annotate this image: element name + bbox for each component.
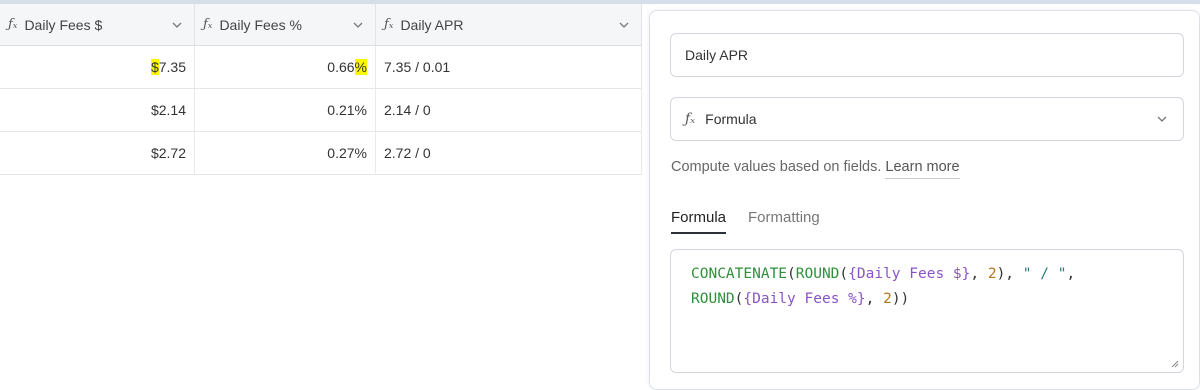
fn-token: ROUND <box>795 266 840 282</box>
column-header-daily-fees-pct[interactable]: ƒₓ Daily Fees % <box>195 4 376 45</box>
punc-token: , <box>1066 266 1076 282</box>
string-token: " / " <box>1022 266 1067 282</box>
value-text: 0.21 <box>327 102 355 118</box>
cell-daily-fees-dollar[interactable]: $2.72 <box>0 132 195 174</box>
value-text: 7.35 / 0.01 <box>384 59 451 75</box>
formula-icon: ƒₓ <box>685 111 696 127</box>
value-text: % <box>354 145 367 161</box>
field-type-select[interactable]: ƒₓ Formula <box>670 97 1184 141</box>
learn-more-link[interactable]: Learn more <box>885 159 960 179</box>
fn-token: CONCATENATE <box>691 266 788 282</box>
tab-formatting[interactable]: Formatting <box>748 209 820 234</box>
fn-token: ROUND <box>691 291 735 307</box>
data-grid: ƒₓ Daily Fees $ ƒₓ Daily Fees % ƒₓ Daily… <box>0 4 642 175</box>
chevron-down-icon[interactable] <box>170 18 184 32</box>
editor-tabs: Formula Formatting <box>671 209 820 234</box>
cell-daily-apr[interactable]: 2.14 / 0 <box>376 89 642 131</box>
cell-daily-fees-pct[interactable]: 0.27% <box>195 132 376 174</box>
value-text: $ <box>150 102 159 118</box>
punc-token: , <box>970 266 988 282</box>
punc-token: , <box>865 291 884 307</box>
cell-daily-apr[interactable]: 7.35 / 0.01 <box>376 46 642 88</box>
formula-editor[interactable]: CONCATENATE(ROUND({Daily Fees $}, 2), " … <box>670 249 1184 373</box>
tab-formula[interactable]: Formula <box>671 209 727 234</box>
chevron-down-icon[interactable] <box>617 18 631 32</box>
punc-token: ( <box>787 266 796 282</box>
column-header-daily-apr[interactable]: ƒₓ Daily APR <box>376 4 642 45</box>
value-text: $ <box>150 145 159 161</box>
grid-header: ƒₓ Daily Fees $ ƒₓ Daily Fees % ƒₓ Daily… <box>0 4 642 46</box>
punc-token: ), <box>996 266 1023 282</box>
cell-daily-fees-pct[interactable]: 0.66% <box>195 46 376 88</box>
formula-line-1: CONCATENATE(ROUND({Daily Fees $}, 2), " … <box>691 262 1163 287</box>
value-text: 2.72 / 0 <box>384 145 431 161</box>
formula-line-2: ROUND({Daily Fees %}, 2)) <box>691 287 1163 312</box>
chevron-down-icon[interactable] <box>351 18 365 32</box>
description-text: Compute values based on fields. <box>671 159 882 175</box>
column-label: Daily APR <box>400 16 464 33</box>
punc-token: ( <box>839 266 849 282</box>
table-row: $2.72 0.27% 2.72 / 0 <box>0 132 642 175</box>
formula-icon: ƒₓ <box>384 17 394 32</box>
cell-daily-fees-dollar[interactable]: $7.35 <box>0 46 195 88</box>
table-row: $2.14 0.21% 2.14 / 0 <box>0 89 642 132</box>
punc-token: )) <box>891 291 910 307</box>
value-text: 2.14 / 0 <box>384 102 431 118</box>
cell-daily-fees-dollar[interactable]: $2.14 <box>0 89 195 131</box>
cell-daily-apr[interactable]: 2.72 / 0 <box>376 132 642 174</box>
formula-icon: ƒₓ <box>203 17 213 32</box>
column-header-daily-fees-dollar[interactable]: ƒₓ Daily Fees $ <box>0 4 195 45</box>
field-config-panel: ƒₓ Formula Compute values based on field… <box>649 10 1200 390</box>
resize-handle-icon[interactable] <box>1169 358 1179 368</box>
value-text: 7.35 <box>158 59 186 75</box>
field-type-description: Compute values based on fields. Learn mo… <box>671 159 960 179</box>
chevron-down-icon <box>1157 116 1167 122</box>
highlighted-percent-sign: % <box>354 59 367 75</box>
cell-daily-fees-pct[interactable]: 0.21% <box>195 89 376 131</box>
value-text: % <box>354 102 367 118</box>
highlighted-dollar-sign: $ <box>150 59 159 75</box>
column-label: Daily Fees $ <box>24 16 103 33</box>
field-token: {Daily Fees $} <box>848 266 971 282</box>
value-text: 0.27 <box>327 145 355 161</box>
num-token: 2 <box>883 291 892 307</box>
value-text: 2.14 <box>158 102 186 118</box>
column-label: Daily Fees % <box>219 16 302 33</box>
formula-icon: ƒₓ <box>8 17 18 32</box>
field-type-label: Formula <box>705 111 757 127</box>
value-text: 0.66 <box>327 59 355 75</box>
num-token: 2 <box>987 266 997 282</box>
field-token: {Daily Fees %} <box>743 291 866 307</box>
value-text: 2.72 <box>158 145 186 161</box>
table-row: $7.35 0.66% 7.35 / 0.01 <box>0 46 642 89</box>
field-name-input[interactable] <box>670 33 1184 77</box>
